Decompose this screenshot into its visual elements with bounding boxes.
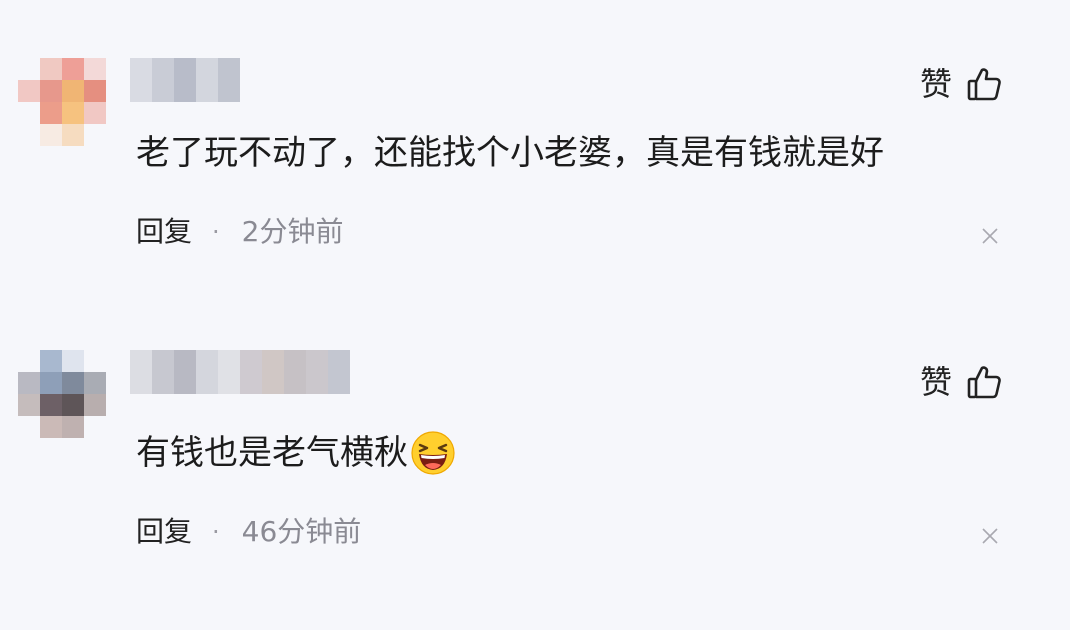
timestamp: 2分钟前 — [241, 215, 344, 248]
like-button[interactable]: 赞 — [920, 362, 1002, 402]
close-icon[interactable] — [980, 226, 1000, 246]
like-label: 赞 — [919, 363, 952, 401]
comment-item: 赞 老了玩不动了，还能找个小老婆，真是有钱就是好 回复 · 2分钟前 — [0, 0, 1070, 300]
reply-button[interactable]: 回复 — [136, 214, 192, 250]
comment-item: 赞 有钱也是老气横秋 回复 · 46分钟前 — [0, 300, 1070, 630]
thumbs-up-icon — [966, 66, 1002, 102]
avatar[interactable] — [18, 350, 106, 438]
like-label: 赞 — [919, 65, 952, 103]
comment-text-row: 有钱也是老气横秋 — [136, 430, 456, 476]
reply-button[interactable]: 回复 — [136, 514, 192, 550]
timestamp: 46分钟前 — [241, 515, 362, 548]
thumbs-up-icon — [966, 364, 1002, 400]
comment-meta: 回复 · 46分钟前 — [136, 514, 361, 550]
separator: · — [212, 518, 220, 546]
comment-text: 老了玩不动了，还能找个小老婆，真是有钱就是好 — [136, 133, 884, 173]
comment-text: 有钱也是老气横秋 — [136, 433, 408, 473]
separator: · — [212, 218, 220, 246]
avatar[interactable] — [18, 58, 106, 146]
username-blurred[interactable] — [130, 350, 350, 394]
close-icon[interactable] — [980, 526, 1000, 546]
like-button[interactable]: 赞 — [920, 64, 1002, 104]
username-blurred[interactable] — [130, 58, 240, 102]
comment-meta: 回复 · 2分钟前 — [136, 214, 343, 250]
laughing-emoji-icon — [410, 430, 456, 476]
